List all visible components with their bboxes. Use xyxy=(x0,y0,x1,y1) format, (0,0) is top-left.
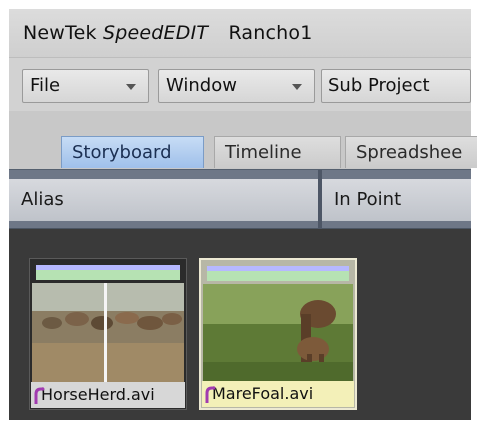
clip-audio-video-bar xyxy=(207,266,349,281)
tab-storyboard[interactable]: Storyboard xyxy=(61,136,204,168)
storyboard-area[interactable]: HorseHerd.avi MareFoal.avi xyxy=(9,229,471,420)
window-menu[interactable]: Window xyxy=(158,69,315,103)
sub-project-button[interactable]: Sub Project xyxy=(321,69,471,103)
tab-timeline-label: Timeline xyxy=(225,142,302,163)
link-icon xyxy=(205,386,216,403)
chevron-down-icon xyxy=(292,84,302,90)
view-tabs: Storyboard Timeline Spreadshee xyxy=(9,111,477,169)
product-name: SpeedEDIT xyxy=(102,22,209,44)
tab-spreadsheet-label: Spreadshee xyxy=(356,142,463,163)
menu-bar: File Window Sub Project xyxy=(9,57,471,111)
tab-storyboard-label: Storyboard xyxy=(72,142,172,163)
column-alias[interactable]: Alias xyxy=(9,179,318,221)
link-icon xyxy=(34,387,45,404)
clip-marefoal[interactable]: MareFoal.avi xyxy=(199,258,357,410)
column-header: Alias In Point xyxy=(9,169,471,230)
column-in-point-label: In Point xyxy=(334,189,402,210)
column-alias-label: Alias xyxy=(21,189,64,210)
column-in-point[interactable]: In Point xyxy=(322,179,471,221)
clip-thumbnail xyxy=(203,284,353,384)
window-menu-label: Window xyxy=(166,75,237,96)
tab-timeline[interactable]: Timeline xyxy=(214,136,341,168)
chevron-down-icon xyxy=(126,84,136,90)
mare-foal-thumbnail xyxy=(203,284,353,384)
clip-thumbnail xyxy=(32,283,184,383)
title-bar: NewTek SpeedEDIT Rancho1 xyxy=(9,9,471,57)
clip-audio-video-bar xyxy=(36,265,180,280)
cut-marker xyxy=(104,283,107,383)
clip-name-text: HorseHerd.avi xyxy=(41,385,155,404)
project-name: Rancho1 xyxy=(228,22,313,44)
sub-project-label: Sub Project xyxy=(328,75,430,96)
clip-name-text: MareFoal.avi xyxy=(212,384,314,403)
brand-name: NewTek xyxy=(23,22,97,44)
speededit-window: NewTek SpeedEDIT Rancho1 File Window Sub… xyxy=(0,0,477,428)
tab-spreadsheet[interactable]: Spreadshee xyxy=(345,136,477,168)
file-menu-label: File xyxy=(30,75,61,96)
clip-name: HorseHerd.avi xyxy=(31,382,185,408)
file-menu[interactable]: File xyxy=(22,69,149,103)
horse-herd-thumbnail xyxy=(32,283,184,383)
clip-horseherd[interactable]: HorseHerd.avi xyxy=(29,258,187,410)
clip-name: MareFoal.avi xyxy=(202,381,354,407)
